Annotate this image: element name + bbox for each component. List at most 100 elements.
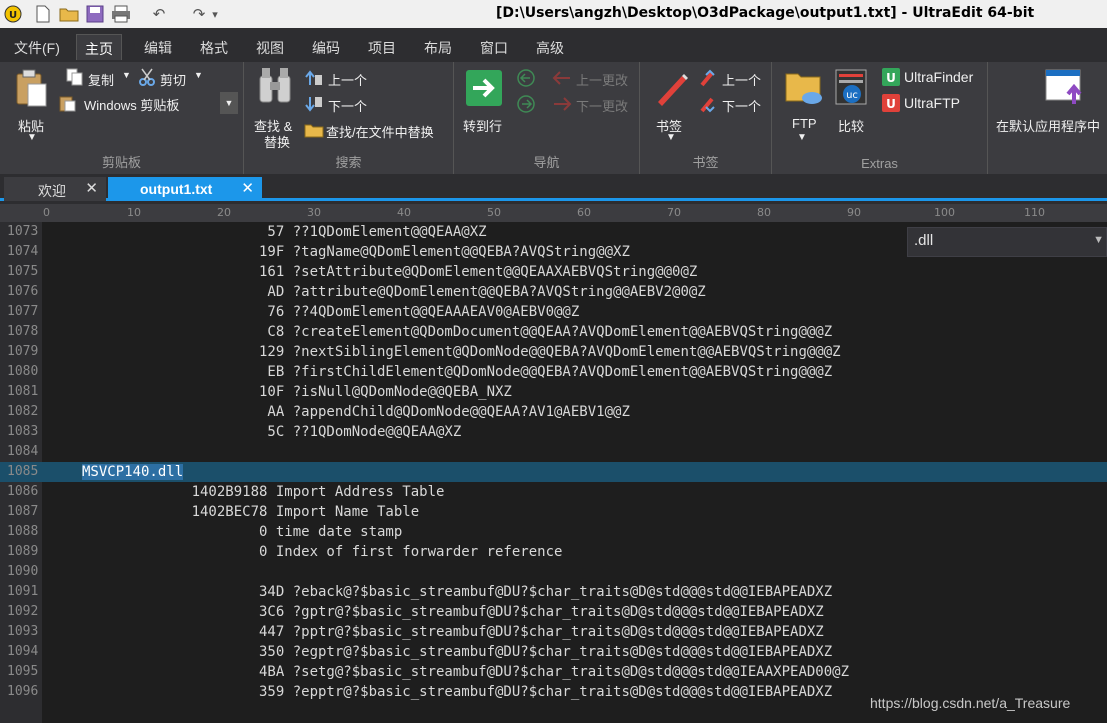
tab-edit[interactable]: 编辑 [136,34,180,60]
line-number: 1075 [7,264,39,279]
customize-icon[interactable]: ▾ [208,3,222,25]
tab-welcome[interactable]: 欢迎 ✕ [4,177,106,201]
extras-group: FTP ▼ uc 比较 U UltraFinder U UltraFTP Ext… [772,62,988,174]
folder-search-icon [304,121,324,142]
code-line[interactable]: 1088 0 time date stamp [0,522,1107,542]
circle-arrow-right-icon [516,94,536,117]
code-line[interactable]: 1082 AA ?appendChild@QDomNode@@QEAA?AV1@… [0,402,1107,422]
app-logo-icon[interactable]: U [2,3,24,25]
code-line[interactable]: 1087 1402BEC78 Import Name Table [0,502,1107,522]
code-line[interactable]: 1095 4BA ?setg@?$basic_streambuf@DU?$cha… [0,662,1107,682]
tab-window[interactable]: 窗口 [472,34,516,60]
clipboard-group-label: 剪贴板 [101,155,141,170]
ftp-dropdown-icon: ▼ [797,132,807,143]
line-text: 0 Index of first forwarder reference [82,544,563,560]
find-replace-button[interactable]: 查找 & 替换 [250,66,300,150]
line-number: 1083 [7,424,39,439]
code-line[interactable]: 1079 129 ?nextSiblingElement@QDomNode@@Q… [0,342,1107,362]
current-line[interactable]: 1085 MSVCP140.dll [0,462,1107,482]
line-number: 1073 [7,224,39,239]
line-text: C8 ?createElement@QDomDocument@@QEAA?AVQ… [82,324,833,340]
tab-encoding[interactable]: 编码 [304,34,348,60]
code-line[interactable]: 1093 447 ?pptr@?$basic_streambuf@DU?$cha… [0,622,1107,642]
code-line[interactable]: 1090 [0,562,1107,582]
find-input-box[interactable]: .dll ▼ [907,227,1107,257]
ftp-button[interactable]: FTP ▼ [782,66,826,150]
close-icon[interactable]: ✕ [85,179,98,197]
cut-dropdown-icon: ▼ [194,70,203,80]
close-icon[interactable]: ✕ [241,179,254,197]
search-group: 查找 & 替换 上一个 下一个 查找/在文件中替换 搜索 [244,62,454,174]
code-line[interactable]: 1092 3C6 ?gptr@?$basic_streambuf@DU?$cha… [0,602,1107,622]
code-line[interactable]: 1077 76 ??4QDomElement@@QEAAAEAV0@AEBV0@… [0,302,1107,322]
line-number: 1093 [7,624,39,639]
line-text: 10F ?isNull@QDomNode@@QEBA_NXZ [82,384,512,400]
line-number: 1089 [7,544,39,559]
tab-format[interactable]: 格式 [192,34,236,60]
goto-line-button[interactable]: 转到行 [460,66,510,136]
code-line[interactable]: 1084 [0,442,1107,462]
find-replace-label-2: 替换 [264,135,291,150]
scissors-icon [138,68,156,89]
line-number: 1095 [7,664,39,679]
svg-text:U: U [886,71,896,85]
line-number: 1087 [7,504,39,519]
ruler-tick: 50 [487,206,501,219]
selected-text: MSVCP140.dll [82,464,184,480]
print-icon[interactable] [110,3,132,25]
save-icon[interactable] [84,3,106,25]
new-file-icon[interactable] [32,3,54,25]
line-number: 1094 [7,644,39,659]
next-bookmark-label: 下一个 [722,99,762,114]
find-prev-label: 上一个 [328,73,368,88]
code-line[interactable]: 1089 0 Index of first forwarder referenc… [0,542,1107,562]
tab-layout[interactable]: 布局 [416,34,460,60]
code-line[interactable]: 1081 10F ?isNull@QDomNode@@QEBA_NXZ [0,382,1107,402]
prev-change-label: 上一更改 [576,73,629,88]
ultraftp-icon: U [882,94,900,115]
code-line[interactable]: 1080 EB ?firstChildElement@QDomNode@@QEB… [0,362,1107,382]
bookmark-up-icon [700,69,720,90]
compare-button[interactable]: uc 比较 [834,66,870,136]
bookmark-button[interactable]: 书签 ▼ [648,66,696,150]
tab-advanced[interactable]: 高级 [528,34,572,60]
tab-welcome-label: 欢迎 [38,183,66,199]
clipboard-select-value: Windows 剪贴板 [84,98,180,113]
ruler-tick: 40 [397,206,411,219]
ribbon-tab-bar: 文件(F) 主页 编辑 格式 视图 编码 项目 布局 窗口 高级 [0,28,1107,62]
code-line[interactable]: 1094 350 ?egptr@?$basic_streambuf@DU?$ch… [0,642,1107,662]
line-number: 1076 [7,284,39,299]
bookmarks-group-label: 书签 [692,155,719,170]
ruler-tick: 60 [577,206,591,219]
tab-view[interactable]: 视图 [248,34,292,60]
open-default-app-button[interactable]: 在默认应用程序中 [996,66,1107,136]
tab-file[interactable]: 文件(F) [6,34,68,60]
code-line[interactable]: 1086 1402B9188 Import Address Table [0,482,1107,502]
ultrafinder-label: UltraFinder [904,69,974,85]
tab-output1[interactable]: output1.txt ✕ [108,177,262,201]
redo-icon[interactable]: ↷ [188,3,210,25]
code-line[interactable]: 1083 5C ??1QDomNode@@QEAA@XZ [0,422,1107,442]
svg-text:U: U [9,10,17,21]
ftp-folder-cloud-icon [784,68,824,111]
svg-text:U: U [886,97,896,111]
tab-home[interactable]: 主页 [76,34,122,60]
code-line[interactable]: 1075 161 ?setAttribute@QDomElement@@QEAA… [0,262,1107,282]
line-text: 161 ?setAttribute@QDomElement@@QEAAXAEBV… [82,264,698,280]
line-text: 447 ?pptr@?$basic_streambuf@DU?$char_tra… [82,624,824,640]
open-folder-icon[interactable] [58,3,80,25]
paste-button[interactable]: 粘贴 ▼ [8,66,58,150]
editor-pane[interactable]: 1073 57 ??1QDomElement@@QEAA@XZ 1074 19F … [0,222,1107,723]
chevron-down-icon[interactable]: ▼ [1093,234,1104,246]
chevron-down-icon[interactable]: ▼ [220,92,238,114]
clipboard-select[interactable]: Windows 剪贴板 ▼ [58,92,238,114]
find-input-value[interactable]: .dll [914,232,933,249]
tab-project[interactable]: 项目 [360,34,404,60]
code-line[interactable]: 1078 C8 ?createElement@QDomDocument@@QEA… [0,322,1107,342]
line-text: 19F ?tagName@QDomElement@@QEBA?AVQString… [82,244,630,260]
code-line[interactable]: 1076 AD ?attribute@QDomElement@@QEBA?AVQ… [0,282,1107,302]
code-line[interactable]: 1091 34D ?eback@?$basic_streambuf@DU?$ch… [0,582,1107,602]
watermark-text: https://blog.csdn.net/a_Treasure [870,695,1071,711]
ultrafinder-icon: U [882,68,900,89]
undo-icon[interactable]: ↶ [148,3,170,25]
